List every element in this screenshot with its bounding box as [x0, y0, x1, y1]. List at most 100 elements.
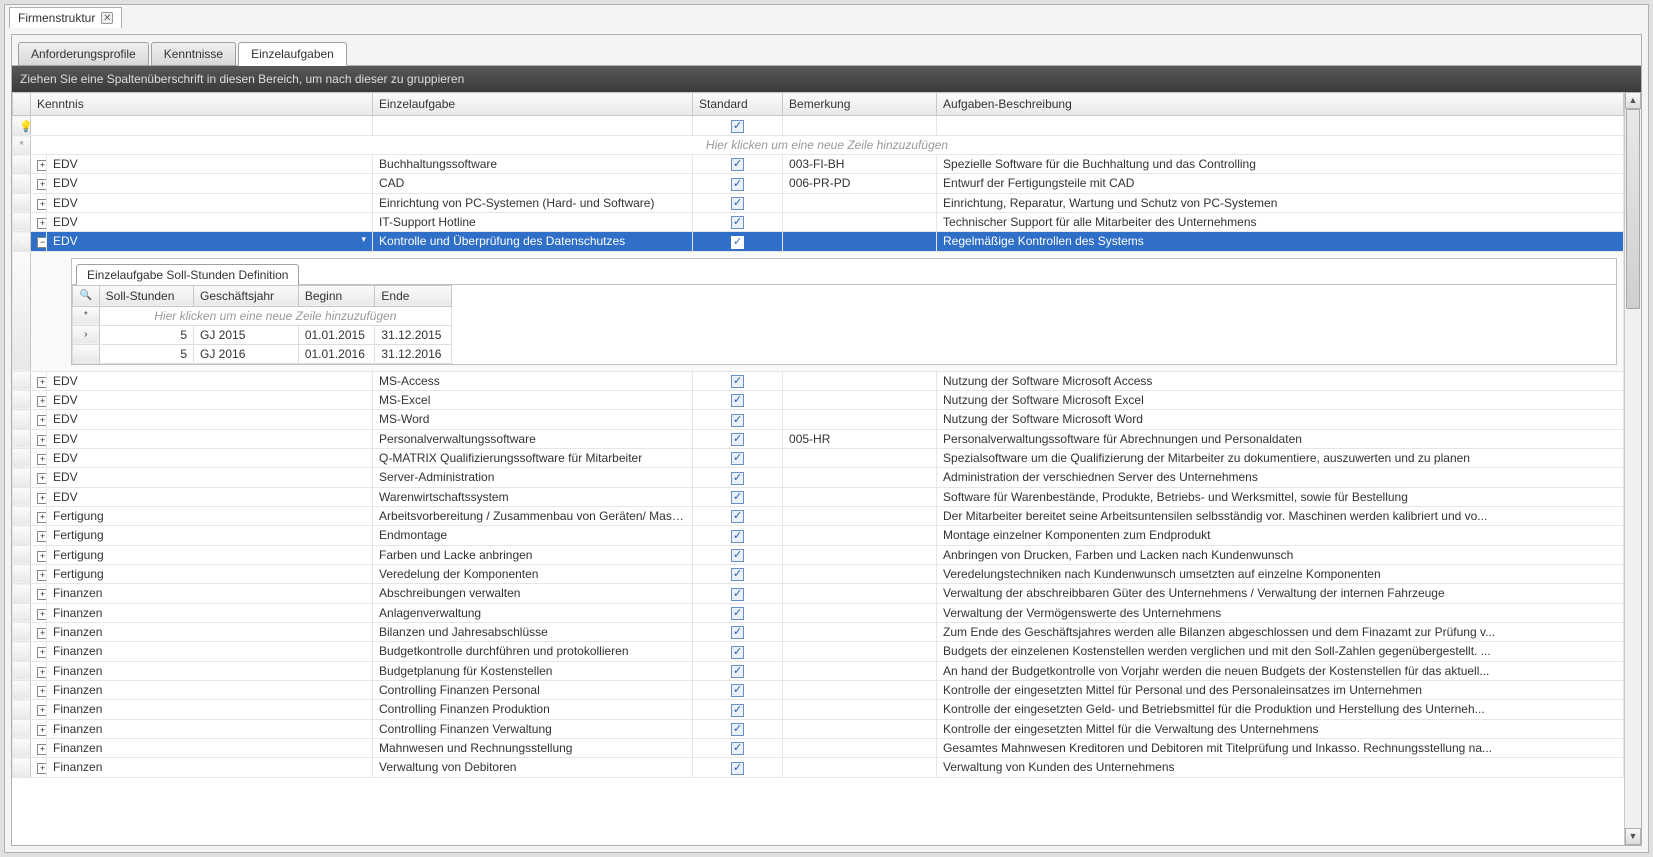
expand-icon[interactable]: + — [37, 473, 47, 484]
expand-cell[interactable]: + — [31, 719, 47, 738]
cell-standard[interactable] — [693, 155, 783, 174]
checkbox-icon[interactable] — [731, 452, 744, 465]
cell-standard[interactable] — [693, 174, 783, 193]
table-row[interactable]: +EDVMS-ExcelNutzung der Software Microso… — [13, 390, 1624, 409]
cell-standard[interactable] — [693, 603, 783, 622]
checkbox-icon[interactable] — [731, 120, 744, 133]
scroll-down-button[interactable]: ▼ — [1625, 828, 1641, 845]
col-header-beginn[interactable]: Beginn — [298, 285, 375, 306]
cell-standard[interactable] — [693, 622, 783, 641]
checkbox-icon[interactable] — [731, 530, 744, 543]
checkbox-icon[interactable] — [731, 684, 744, 697]
expand-cell[interactable]: + — [31, 680, 47, 699]
table-row[interactable]: +FinanzenBilanzen und JahresabschlüsseZu… — [13, 622, 1624, 641]
checkbox-icon[interactable] — [731, 510, 744, 523]
col-header-jahr[interactable]: Geschäftsjahr — [194, 285, 299, 306]
expand-icon[interactable]: + — [37, 725, 47, 736]
cell-standard[interactable] — [693, 390, 783, 409]
table-row[interactable]: +FertigungVeredelung der KomponentenVere… — [13, 564, 1624, 583]
expand-icon[interactable]: + — [37, 218, 47, 229]
filter-kenntnis[interactable] — [31, 116, 373, 136]
expand-icon[interactable]: + — [37, 199, 47, 210]
col-header-bemerkung[interactable]: Bemerkung — [783, 93, 937, 116]
cell-standard[interactable] — [693, 700, 783, 719]
table-row[interactable]: +FinanzenBudgetkontrolle durchführen und… — [13, 642, 1624, 661]
scroll-up-button[interactable]: ▲ — [1625, 92, 1641, 109]
expand-cell[interactable]: + — [31, 410, 47, 429]
expand-icon[interactable]: + — [37, 435, 47, 446]
expand-cell[interactable]: + — [31, 526, 47, 545]
chevron-down-icon[interactable]: ▾ — [361, 234, 366, 245]
expand-cell[interactable]: + — [31, 661, 47, 680]
table-row[interactable]: +FinanzenControlling Finanzen Verwaltung… — [13, 719, 1624, 738]
expand-icon[interactable]: + — [37, 686, 47, 697]
expand-cell[interactable]: + — [31, 371, 47, 390]
cell-standard[interactable] — [693, 371, 783, 390]
detail-data-row[interactable]: 5GJ 201601.01.201631.12.2016 — [73, 344, 452, 363]
cell-standard[interactable] — [693, 487, 783, 506]
checkbox-icon[interactable] — [731, 178, 744, 191]
checkbox-icon[interactable] — [731, 236, 744, 249]
detail-search-icon[interactable]: 🔍 — [73, 285, 100, 306]
table-row[interactable]: +EDVMS-WordNutzung der Software Microsof… — [13, 410, 1624, 429]
expand-cell[interactable]: + — [31, 212, 47, 231]
expand-icon[interactable]: + — [37, 628, 47, 639]
checkbox-icon[interactable] — [731, 549, 744, 562]
checkbox-icon[interactable] — [731, 723, 744, 736]
filter-einzelaufgabe[interactable] — [373, 116, 693, 136]
expand-icon[interactable]: + — [37, 551, 47, 562]
expand-icon[interactable]: + — [37, 454, 47, 465]
cell-standard[interactable] — [693, 526, 783, 545]
expand-icon[interactable]: + — [37, 647, 47, 658]
table-row[interactable]: +FertigungEndmontageMontage einzelner Ko… — [13, 526, 1624, 545]
table-row[interactable]: +FinanzenMahnwesen und Rechnungsstellung… — [13, 738, 1624, 757]
expand-cell[interactable]: + — [31, 429, 47, 448]
filter-standard[interactable] — [693, 116, 783, 136]
close-icon[interactable]: ✕ — [101, 12, 113, 24]
tab-kenntnisse[interactable]: Kenntnisse — [151, 42, 236, 66]
cell-standard[interactable] — [693, 564, 783, 583]
checkbox-icon[interactable] — [731, 626, 744, 639]
collapse-icon[interactable]: − — [37, 237, 47, 248]
col-header-standard[interactable]: Standard — [693, 93, 783, 116]
expand-icon[interactable]: + — [37, 179, 47, 190]
checkbox-icon[interactable] — [731, 646, 744, 659]
expand-icon[interactable]: + — [37, 609, 47, 620]
cell-standard[interactable] — [693, 232, 783, 251]
group-by-bar[interactable]: Ziehen Sie eine Spaltenüberschrift in di… — [12, 66, 1641, 92]
expand-cell[interactable]: + — [31, 506, 47, 525]
cell-standard[interactable] — [693, 738, 783, 757]
expand-cell[interactable]: + — [31, 584, 47, 603]
vertical-scrollbar[interactable]: ▲ ▼ — [1624, 92, 1641, 845]
expand-icon[interactable]: + — [37, 377, 47, 388]
col-header-ende[interactable]: Ende — [375, 285, 452, 306]
expand-cell[interactable]: + — [31, 487, 47, 506]
expand-cell[interactable]: + — [31, 564, 47, 583]
col-header-einzelaufgabe[interactable]: Einzelaufgabe — [373, 93, 693, 116]
cell-standard[interactable] — [693, 584, 783, 603]
expand-cell[interactable]: + — [31, 642, 47, 661]
expand-icon[interactable]: + — [37, 493, 47, 504]
checkbox-icon[interactable] — [731, 216, 744, 229]
table-row[interactable]: +FinanzenAbschreibungen verwaltenVerwalt… — [13, 584, 1624, 603]
expand-cell[interactable]: + — [31, 622, 47, 641]
table-row[interactable]: +EDVServer-AdministrationAdministration … — [13, 468, 1624, 487]
expand-cell[interactable]: + — [31, 738, 47, 757]
expand-cell[interactable]: + — [31, 545, 47, 564]
tab-anforderungsprofile[interactable]: Anforderungsprofile — [18, 42, 149, 66]
table-row[interactable]: +FertigungArbeitsvorbereitung / Zusammen… — [13, 506, 1624, 525]
table-row[interactable]: +EDVIT-Support HotlineTechnischer Suppor… — [13, 212, 1624, 231]
expand-cell[interactable]: + — [31, 155, 47, 174]
cell-standard[interactable] — [693, 506, 783, 525]
table-row[interactable]: ›−EDV▾Kontrolle und Überprüfung des Date… — [13, 232, 1624, 251]
expand-cell[interactable]: + — [31, 390, 47, 409]
table-row[interactable]: +FinanzenControlling Finanzen Produktion… — [13, 700, 1624, 719]
checkbox-icon[interactable] — [731, 158, 744, 171]
checkbox-icon[interactable] — [731, 394, 744, 407]
expand-icon[interactable]: + — [37, 589, 47, 600]
expand-icon[interactable]: + — [37, 744, 47, 755]
expand-icon[interactable]: + — [37, 531, 47, 542]
expand-cell[interactable]: + — [31, 468, 47, 487]
table-row[interactable]: +FinanzenControlling Finanzen PersonalKo… — [13, 680, 1624, 699]
expand-icon[interactable]: + — [37, 396, 47, 407]
